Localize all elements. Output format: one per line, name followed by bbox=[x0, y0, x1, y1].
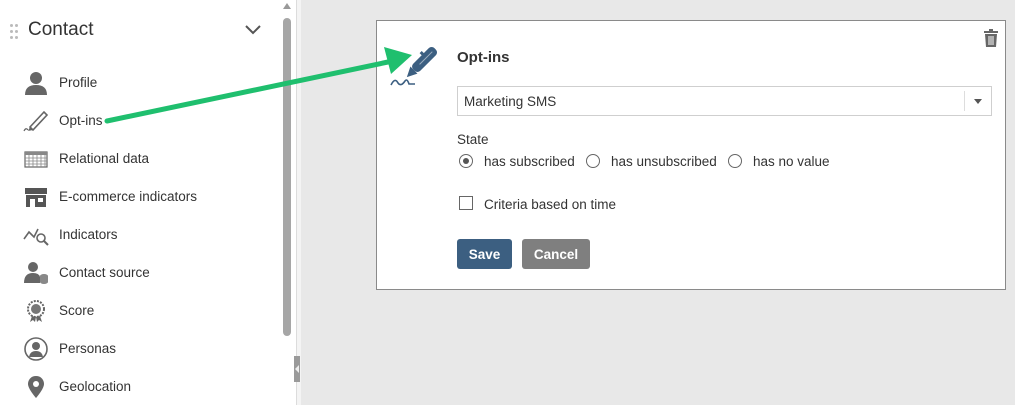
radio-label: has no value bbox=[753, 154, 830, 169]
trash-icon[interactable] bbox=[983, 29, 999, 47]
panel-divider bbox=[296, 0, 301, 405]
pen-icon bbox=[23, 110, 49, 132]
sidebar-item-label: Indicators bbox=[59, 227, 118, 242]
sidebar-item-score[interactable]: Score bbox=[22, 296, 272, 326]
opt-in-select[interactable]: Marketing SMS bbox=[457, 86, 992, 116]
sidebar-item-opt-ins[interactable]: Opt-ins bbox=[22, 106, 272, 136]
sidebar-title: Contact bbox=[28, 19, 94, 40]
sidebar-item-profile[interactable]: Profile bbox=[22, 68, 272, 98]
store-icon bbox=[25, 188, 47, 207]
sidebar-item-personas[interactable]: Personas bbox=[22, 334, 272, 364]
opt-ins-criteria-card: Opt-ins Marketing SMS State has subscrib… bbox=[376, 20, 1006, 290]
map-pin-icon bbox=[28, 376, 44, 398]
sidebar-item-ecommerce-indicators[interactable]: E-commerce indicators bbox=[22, 182, 272, 212]
scrollbar-thumb[interactable] bbox=[283, 18, 291, 336]
sidebar-item-label: Score bbox=[59, 303, 95, 318]
sidebar-item-label: E-commerce indicators bbox=[59, 189, 198, 204]
state-label: State bbox=[457, 132, 489, 147]
card-title: Opt-ins bbox=[457, 49, 510, 66]
persona-icon bbox=[24, 337, 48, 361]
chevron-down-icon[interactable] bbox=[974, 99, 982, 104]
radio-button[interactable] bbox=[728, 154, 742, 168]
contact-sidebar: Contact Profile Opt-ins Relational data … bbox=[0, 0, 296, 405]
collapse-panel-handle[interactable] bbox=[294, 356, 300, 382]
criteria-based-on-time-checkbox[interactable]: Criteria based on time bbox=[457, 195, 757, 215]
checkbox-label: Criteria based on time bbox=[484, 197, 617, 212]
drag-handle-icon[interactable] bbox=[10, 24, 20, 40]
table-icon bbox=[24, 151, 48, 168]
sidebar-item-geolocation[interactable]: Geolocation bbox=[22, 372, 272, 402]
sidebar-item-relational-data[interactable]: Relational data bbox=[22, 144, 272, 174]
opt-in-select-value: Marketing SMS bbox=[464, 94, 557, 109]
sidebar-item-contact-source[interactable]: Contact source bbox=[22, 258, 272, 288]
cancel-button[interactable]: Cancel bbox=[522, 239, 590, 269]
medal-icon bbox=[27, 300, 45, 322]
pen-icon bbox=[390, 46, 438, 86]
sidebar-item-label: Contact source bbox=[59, 265, 150, 280]
select-separator bbox=[964, 91, 965, 111]
sidebar-item-label: Personas bbox=[59, 341, 117, 356]
sidebar-item-label: Opt-ins bbox=[59, 113, 103, 128]
sidebar-item-indicators[interactable]: Indicators bbox=[22, 220, 272, 250]
radio-label: has subscribed bbox=[484, 154, 575, 169]
scroll-up-arrow-icon[interactable] bbox=[283, 3, 291, 9]
checkbox[interactable] bbox=[459, 196, 473, 210]
state-radio-group: has subscribed has unsubscribed has no v… bbox=[457, 153, 977, 173]
person-icon bbox=[25, 72, 47, 95]
chevron-down-icon[interactable] bbox=[244, 22, 262, 36]
sidebar-item-label: Profile bbox=[59, 75, 98, 90]
save-button[interactable]: Save bbox=[457, 239, 512, 269]
chart-magnifier-icon bbox=[23, 228, 49, 246]
sidebar-item-label: Relational data bbox=[59, 151, 150, 166]
person-database-icon bbox=[24, 262, 48, 284]
sidebar-scrollbar[interactable] bbox=[281, 0, 293, 405]
radio-label: has unsubscribed bbox=[611, 154, 717, 169]
radio-button[interactable] bbox=[459, 154, 473, 168]
radio-button[interactable] bbox=[586, 154, 600, 168]
sidebar-item-label: Geolocation bbox=[59, 379, 132, 394]
